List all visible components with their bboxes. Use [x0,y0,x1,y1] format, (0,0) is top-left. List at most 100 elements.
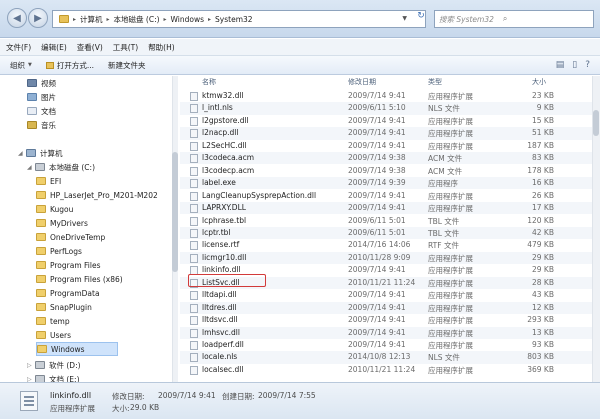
file-row[interactable]: l_intl.nls 2009/6/11 5:10 NLS 文件 9 KB [180,102,592,115]
sidebar-item[interactable]: 文档 [27,104,56,118]
refresh-icon[interactable]: ↻ [414,11,428,26]
file-type: 应用程序扩展 [428,253,473,263]
file-date: 2009/7/14 9:41 [348,327,406,337]
file-row[interactable]: l3codeca.acm 2009/7/14 9:38 ACM 文件 83 KB [180,152,592,165]
file-row[interactable]: ktmw32.dll 2009/7/14 9:41 应用程序扩展 23 KB [180,90,592,102]
sidebar-item[interactable]: ◢ 本地磁盘 (C:) [27,160,95,174]
file-date: 2009/7/14 9:41 [348,203,406,213]
file-row[interactable]: localsec.dll 2010/11/21 11:24 应用程序扩展 369 KB [180,364,592,376]
file-row[interactable]: lltdres.dll 2009/7/14 9:41 应用程序扩展 12 KB [180,301,592,314]
sidebar-item[interactable]: EFI [36,174,61,188]
preview-pane-icon[interactable]: ▯ [572,60,577,70]
sidebar-item[interactable]: ◢ 计算机 [18,146,63,160]
menu-file[interactable]: 文件(F) [6,42,31,53]
sidebar-item[interactable]: SnapPlugin [36,300,92,314]
column-header-name[interactable]: 名称 [202,77,216,87]
sidebar-item[interactable]: OneDriveTemp [36,230,105,244]
help-icon[interactable]: ? [585,60,590,70]
sidebar-item[interactable]: Users [36,328,71,342]
file-size: 23 KB [532,91,554,100]
file-row[interactable]: L2SecHC.dll 2009/7/14 9:41 应用程序扩展 187 KB [180,140,592,152]
file-icon [190,204,198,214]
breadcrumb-system32[interactable]: System32 [215,15,253,24]
new-folder-button[interactable]: 新建文件夹 [108,60,146,71]
file-row[interactable]: LAPRXY.DLL 2009/7/14 9:41 应用程序扩展 17 KB [180,202,592,215]
sidebar-item[interactable]: ProgramData [36,286,100,300]
details-modified-value: 2009/7/14 9:41 [158,391,216,400]
folder-icon [59,15,69,23]
breadcrumb-computer[interactable]: 计算机 [80,14,103,25]
file-row[interactable]: label.exe 2009/7/14 9:39 应用程序 16 KB [180,177,592,190]
sidebar-item[interactable]: ▷ 文档 (E:) [27,372,80,382]
file-size: 28 KB [532,277,554,287]
expand-arrow-icon[interactable]: ▷ [27,362,35,369]
folder-icon [36,219,46,227]
address-bar-area: ◀ ▶ ▸ 计算机 ▸ 本地磁盘 (C:) ▸ Windows ▸ System… [0,0,600,38]
sidebar-item[interactable]: HP_LaserJet_Pro_M201-M202 [36,188,158,202]
view-controls: ▤ ▯ ? [556,60,590,70]
menu-view[interactable]: 查看(V) [77,42,103,53]
file-row[interactable]: l3codecp.acm 2009/7/14 9:38 ACM 文件 178 KB [180,165,592,177]
menu-edit[interactable]: 编辑(E) [41,42,67,53]
file-row[interactable]: lmhsvc.dll 2009/7/14 9:41 应用程序扩展 13 KB [180,326,592,339]
menu-help[interactable]: 帮助(H) [148,42,175,53]
sidebar-item[interactable]: Program Files [36,258,101,272]
file-row[interactable]: loadperf.dll 2009/7/14 9:41 应用程序扩展 93 KB [180,339,592,351]
file-list-scrollbar-thumb[interactable] [593,110,599,136]
file-type: 应用程序扩展 [428,129,473,139]
file-size: 369 KB [527,364,554,374]
sidebar-item[interactable]: ▷ 软件 (D:) [27,358,81,372]
expand-arrow-icon[interactable]: ◢ [27,164,35,171]
forward-arrow-icon: ▶ [34,12,42,24]
menu-tools[interactable]: 工具(T) [113,42,138,53]
file-row[interactable]: l2gpstore.dll 2009/7/14 9:41 应用程序扩展 15 KB [180,115,592,127]
view-options-icon[interactable]: ▤ [556,60,565,70]
file-size: 93 KB [532,340,554,349]
file-name: LAPRXY.DLL [202,203,246,213]
sidebar-item[interactable]: Windows [36,342,118,356]
file-row[interactable]: lltdsvc.dll 2009/7/14 9:41 应用程序扩展 293 KB [180,314,592,326]
file-row[interactable]: lcptr.tbl 2009/6/11 5:01 TBL 文件 42 KB [180,226,592,240]
file-date: 2009/7/14 9:38 [348,153,406,163]
sidebar-scrollbar-thumb[interactable] [172,152,178,272]
file-date: 2009/6/11 5:10 [348,103,406,113]
file-row[interactable]: LangCleanupSysprepAction.dll 2009/7/14 9:… [180,190,592,202]
file-row[interactable]: license.rtf 2014/7/16 14:06 RTF 文件 479 KB [180,239,592,251]
file-name: lltdapi.dll [202,290,237,300]
forward-button[interactable]: ▶ [28,8,48,28]
column-header-date[interactable]: 修改日期 [348,77,376,87]
sidebar-item[interactable]: PerfLogs [36,244,82,258]
breadcrumb-windows[interactable]: Windows [171,15,204,24]
organize-button[interactable]: 组织 ▼ [10,60,32,71]
sidebar-item[interactable]: 视频 [27,76,56,90]
file-row[interactable]: lltdapi.dll 2009/7/14 9:41 应用程序扩展 43 KB [180,289,592,301]
file-type: 应用程序扩展 [428,191,473,201]
sidebar-item-label: 图片 [41,92,56,102]
file-row[interactable]: l2nacp.dll 2009/7/14 9:41 应用程序扩展 51 KB [180,127,592,140]
back-button[interactable]: ◀ [7,8,27,28]
file-icon [190,166,198,176]
sidebar-item[interactable]: temp [36,314,70,328]
address-input[interactable]: ▸ 计算机 ▸ 本地磁盘 (C:) ▸ Windows ▸ System32 ▼ [52,10,426,28]
column-header-type[interactable]: 类型 [428,77,442,87]
sidebar-item[interactable]: 图片 [27,90,56,104]
file-type: 应用程序 [428,179,458,189]
file-row[interactable]: lcphrase.tbl 2009/6/11 5:01 TBL 文件 120 KB [180,215,592,227]
open-icon [45,61,54,69]
file-row[interactable]: locale.nls 2014/10/8 12:13 NLS 文件 803 KB [180,351,592,364]
chevron-down-icon[interactable]: ▼ [402,15,407,22]
sidebar-item[interactable]: 音乐 [27,118,56,132]
breadcrumb-drive-c[interactable]: 本地磁盘 (C:) [114,14,160,25]
sidebar-item[interactable]: MyDrivers [36,216,88,230]
column-header-size[interactable]: 大小 [532,77,546,87]
file-row[interactable]: licmgr10.dll 2010/11/28 9:09 应用程序扩展 29 KB [180,251,592,265]
sidebar-item[interactable]: Kugou [36,202,73,216]
open-with-button[interactable]: 打开方式... [45,60,94,71]
expand-arrow-icon[interactable]: ◢ [18,150,26,157]
file-icon [190,191,198,201]
details-pane: linkinfo.dll 应用程序扩展 修改日期: 2009/7/14 9:41… [0,382,600,419]
file-size: 120 KB [527,215,554,225]
sidebar-item[interactable]: Program Files (x86) [36,272,123,286]
search-input[interactable]: 搜索 System32 ⌕ [434,10,594,28]
file-date: 2009/6/11 5:01 [348,215,406,225]
